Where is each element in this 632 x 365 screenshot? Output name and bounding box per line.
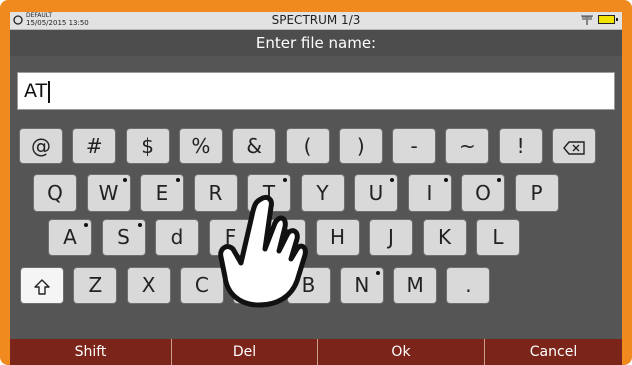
- key-label: H: [329, 225, 346, 249]
- hand-pointer-icon: [218, 194, 308, 308]
- screen: DEFAULT 15/05/2015 13:50 SPECTRUM 1/3 En…: [10, 12, 622, 365]
- key-label: K: [437, 225, 452, 249]
- key-label: L: [492, 225, 504, 249]
- key-label: %: [191, 134, 211, 158]
- key-label: Y: [316, 181, 329, 205]
- key-label: P: [530, 181, 543, 205]
- key-label: O: [475, 181, 491, 205]
- key-e[interactable]: E: [140, 174, 184, 212]
- key-dot: [375, 271, 380, 275]
- battery-icon: [598, 15, 618, 24]
- key-n[interactable]: N: [339, 267, 384, 304]
- text-caret: [48, 80, 50, 103]
- key-dot: [137, 223, 142, 227]
- key-dollar[interactable]: $: [125, 128, 170, 164]
- key-label: Q: [47, 181, 63, 205]
- key-label: C: [194, 273, 209, 297]
- key-ampersand[interactable]: &: [232, 128, 277, 164]
- key-dot: [176, 178, 180, 182]
- key-dash[interactable]: -: [392, 128, 437, 164]
- key-tilde[interactable]: ~: [445, 128, 490, 164]
- key-open-paren[interactable]: (: [285, 128, 330, 164]
- key-label: S: [117, 225, 130, 249]
- key-dot: [443, 178, 448, 182]
- key-m[interactable]: M: [393, 267, 438, 304]
- softkey-bar: Shift Del Ok Cancel: [10, 339, 622, 365]
- shift-icon: [34, 278, 50, 295]
- file-name-input[interactable]: AT: [17, 72, 615, 110]
- key-label: J: [388, 225, 394, 249]
- key-k[interactable]: K: [422, 219, 467, 256]
- key-l[interactable]: L: [476, 219, 520, 256]
- key-dot: [122, 178, 127, 182]
- key-label: A: [63, 225, 77, 249]
- key-label: (: [303, 134, 312, 158]
- key-label: $: [141, 134, 154, 158]
- key-dot: [84, 223, 88, 227]
- file-name-value: AT: [24, 80, 48, 102]
- key-label: I: [426, 181, 433, 205]
- key-label: W: [98, 181, 119, 205]
- backspace-icon: [563, 140, 585, 155]
- key-label: d: [170, 225, 184, 249]
- ok-softkey[interactable]: Ok: [318, 339, 485, 365]
- key-label: U: [368, 181, 384, 205]
- key-label: !: [516, 134, 525, 158]
- key-dot: [283, 178, 287, 182]
- key-s[interactable]: S: [101, 219, 146, 256]
- key-u[interactable]: U: [354, 174, 398, 212]
- cancel-softkey[interactable]: Cancel: [485, 339, 622, 365]
- key-label: E: [155, 181, 169, 205]
- key-label: -: [410, 134, 418, 158]
- key-z[interactable]: Z: [73, 267, 118, 304]
- key-p[interactable]: P: [514, 174, 559, 212]
- key-label: ): [356, 134, 365, 158]
- key-dot: [390, 178, 394, 182]
- key-close-paren[interactable]: ): [338, 128, 383, 164]
- key-d[interactable]: d: [155, 219, 199, 256]
- key-q[interactable]: Q: [33, 174, 77, 212]
- key-label: @: [31, 134, 51, 158]
- key-dot: [497, 178, 501, 182]
- key-i[interactable]: I: [407, 174, 452, 212]
- backspace-key[interactable]: [552, 128, 596, 164]
- key-period[interactable]: .: [446, 267, 491, 304]
- key-label: ~: [459, 134, 476, 158]
- status-bar: DEFAULT 15/05/2015 13:50 SPECTRUM 1/3: [10, 12, 622, 30]
- key-o[interactable]: O: [461, 174, 505, 212]
- antenna-icon: [581, 15, 593, 25]
- dialog-prompt: Enter file name:: [10, 30, 622, 56]
- key-at[interactable]: @: [19, 128, 63, 164]
- key-percent[interactable]: %: [178, 128, 223, 164]
- key-label: &: [246, 134, 262, 158]
- key-hash[interactable]: #: [72, 128, 117, 164]
- key-label: #: [85, 134, 103, 158]
- key-label: X: [141, 273, 156, 297]
- key-label: M: [406, 273, 424, 297]
- key-j[interactable]: J: [369, 219, 413, 256]
- shift-softkey[interactable]: Shift: [10, 339, 172, 365]
- shift-key[interactable]: [20, 267, 64, 304]
- key-x[interactable]: X: [126, 267, 171, 304]
- key-label: .: [465, 273, 472, 297]
- key-exclamation[interactable]: !: [498, 128, 543, 164]
- key-w[interactable]: W: [86, 174, 131, 212]
- key-label: Z: [88, 273, 103, 297]
- screen-title: SPECTRUM 1/3: [271, 13, 361, 27]
- delete-softkey[interactable]: Del: [172, 339, 318, 365]
- key-label: N: [354, 273, 370, 297]
- key-h[interactable]: H: [315, 219, 360, 256]
- device-frame: DEFAULT 15/05/2015 13:50 SPECTRUM 1/3 En…: [0, 0, 632, 365]
- key-a[interactable]: A: [48, 219, 92, 256]
